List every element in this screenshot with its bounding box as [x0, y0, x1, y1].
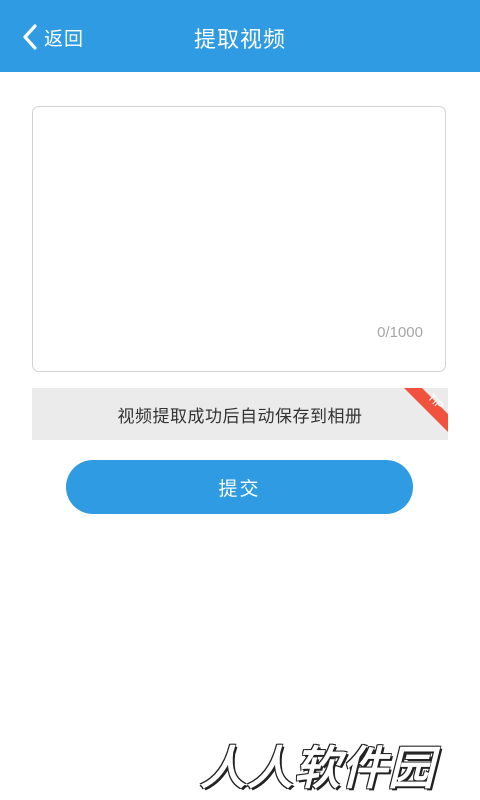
- video-link-textarea[interactable]: 0/1000: [32, 106, 446, 372]
- app-header: 返回 提取视频: [0, 0, 480, 72]
- tip-banner: 视频提取成功后自动保存到相册 TIP: [32, 388, 448, 440]
- tip-ribbon: TIP: [404, 388, 448, 432]
- character-counter: 0/1000: [377, 324, 423, 341]
- watermark-logo: 人人软件园: [200, 741, 435, 795]
- tip-text: 视频提取成功后自动保存到相册: [117, 407, 363, 427]
- page-title: 提取视频: [193, 28, 286, 53]
- submit-button[interactable]: 提交: [66, 460, 413, 514]
